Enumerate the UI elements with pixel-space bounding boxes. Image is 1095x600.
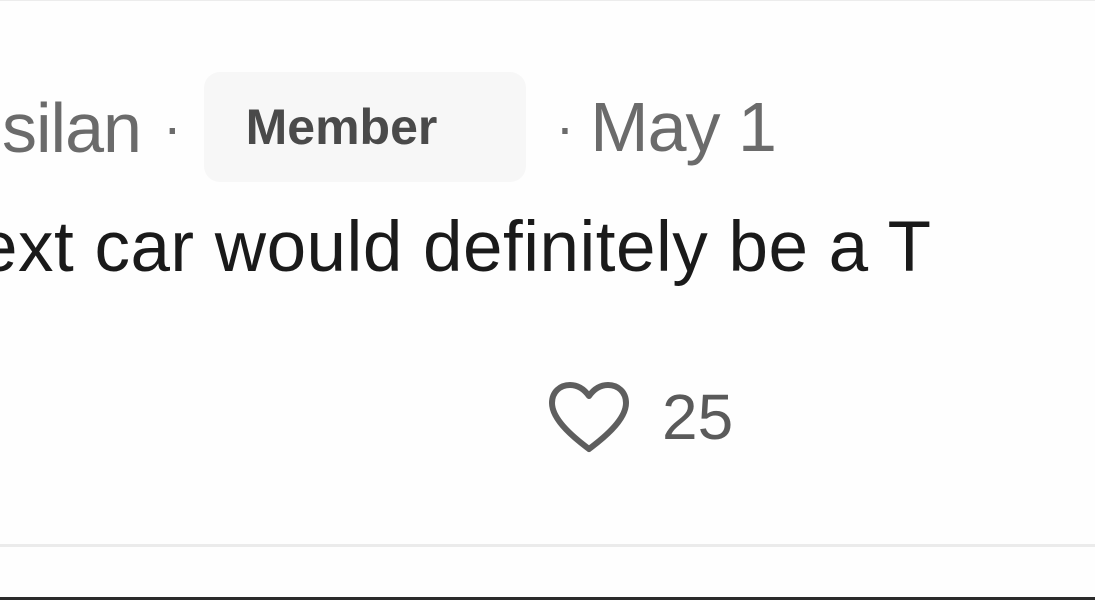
comment-date: May 1 — [590, 88, 777, 166]
like-button[interactable]: 25 — [528, 362, 751, 472]
comment-body-text: ext car would definitely be a T — [0, 208, 932, 287]
meta-separator-dot: · — [162, 95, 182, 158]
like-count: 25 — [662, 381, 734, 453]
comment-thread-viewport: silan · Member · May 1 ext car would def… — [0, 0, 1095, 600]
member-badge: Member — [203, 72, 526, 182]
comment-author-name[interactable]: silan — [2, 93, 142, 163]
comment-item: silan · Member · May 1 ext car would def… — [0, 0, 1095, 600]
heart-outline-icon[interactable] — [546, 379, 632, 455]
meta-separator-dot: · — [555, 95, 575, 158]
member-badge-label: Member — [245, 99, 438, 155]
comment-divider — [0, 544, 1095, 547]
comment-meta: silan · Member · May 1 — [0, 72, 777, 182]
